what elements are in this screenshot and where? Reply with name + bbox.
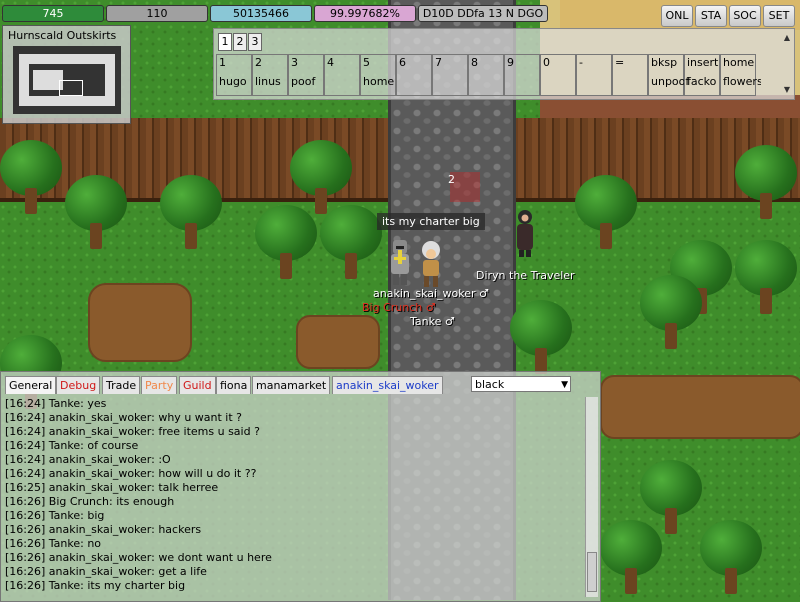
shortcut-slot[interactable]: 1 hugo bbox=[216, 54, 252, 96]
chat-tab-manamarket[interactable]: manamarket bbox=[252, 376, 331, 394]
dirt-patch bbox=[600, 375, 800, 439]
chat-tab-whisper[interactable]: anakin_skai_woker bbox=[332, 376, 443, 394]
shortcut-tab-2[interactable]: 2 bbox=[233, 33, 247, 51]
shortcut-tab-1[interactable]: 1 bbox=[218, 33, 232, 51]
chat-tab-trade[interactable]: Trade bbox=[102, 376, 141, 394]
chat-tab-party[interactable]: Party bbox=[141, 376, 178, 394]
mp-bar: 110 bbox=[106, 5, 208, 22]
chat-color-value: black bbox=[475, 378, 505, 391]
job-bar: 99.997682% bbox=[314, 5, 416, 22]
shortcut-slot[interactable]: 5 home bbox=[360, 54, 396, 96]
social-button[interactable]: SOC bbox=[729, 5, 761, 27]
chat-line: [16:26] Big Crunch: its enough bbox=[5, 495, 175, 508]
player-sprite[interactable] bbox=[387, 238, 413, 286]
chat-color-select[interactable]: black ▼ bbox=[471, 376, 571, 392]
npc-diryn-sprite[interactable] bbox=[510, 208, 540, 258]
npc-name-label: Diryn the Traveler bbox=[476, 269, 575, 282]
job-value: 99.997682% bbox=[330, 7, 400, 20]
shortcut-slot[interactable]: insert facko bbox=[684, 54, 720, 96]
shortcut-slot[interactable]: 3 poof bbox=[288, 54, 324, 96]
shortcut-slot[interactable]: home flowers bbox=[720, 54, 761, 96]
other-player-name-label: Big Crunch ♂ bbox=[362, 301, 436, 314]
hp-bar: 745 bbox=[2, 5, 104, 22]
target-number: 2 bbox=[448, 173, 455, 186]
other-player-name-label: Tanke ♂ bbox=[410, 315, 455, 328]
minimap-title: Hurnscald Outskirts bbox=[8, 29, 117, 42]
chat-tab-guild[interactable]: Guild bbox=[179, 376, 216, 394]
minimap[interactable]: Hurnscald Outskirts bbox=[2, 25, 131, 124]
chat-line: [16:24] anakin_skai_woker: how will u do… bbox=[5, 467, 257, 480]
chat-line: [16:26] Tanke: its my charter big bbox=[5, 579, 186, 592]
shortcut-slot[interactable]: 0 bbox=[540, 54, 576, 96]
dirt-patch bbox=[88, 283, 192, 362]
online-button[interactable]: ONL bbox=[661, 5, 693, 27]
shortcut-slot[interactable]: 9 bbox=[504, 54, 540, 96]
chat-line: [16:24] Tanke: yes bbox=[5, 397, 107, 410]
chat-tab-debug[interactable]: Debug bbox=[56, 376, 101, 394]
xp-bar: 50135466 bbox=[210, 5, 312, 22]
chat-line: [16:26] anakin_skai_woker: we dont want … bbox=[5, 551, 272, 564]
chat-line: [16:26] Tanke: big bbox=[5, 509, 105, 522]
chat-line: [16:24] Tanke: of course bbox=[5, 439, 139, 452]
shortcut-slot[interactable]: bksp unpoof bbox=[648, 54, 689, 96]
chat-line: [16:26] Tanke: no bbox=[5, 537, 102, 550]
tanke-sprite[interactable] bbox=[418, 240, 444, 288]
chat-line: [16:25] anakin_skai_woker: talk herree bbox=[5, 481, 219, 494]
chat-scrollbar[interactable] bbox=[585, 397, 598, 597]
setup-button[interactable]: SET bbox=[763, 5, 795, 27]
shortcut-tab-3[interactable]: 3 bbox=[248, 33, 262, 51]
mp-value: 110 bbox=[146, 7, 168, 20]
chat-scrollbar-thumb[interactable] bbox=[587, 552, 597, 592]
chat-line: [16:26] anakin_skai_woker: get a life bbox=[5, 565, 207, 578]
shortcut-slot[interactable]: 8 bbox=[468, 54, 504, 96]
shortcut-bar: 1 2 3 1 hugo 2 linus 3 poof 4 5 home 6 7 8 9… bbox=[213, 28, 795, 100]
shortcut-slot[interactable]: 7 bbox=[432, 54, 468, 96]
money-bar: D10D DDfa 13 N DGO bbox=[418, 5, 548, 22]
shortcut-slot[interactable]: 6 bbox=[396, 54, 432, 96]
player-name-label: anakin_skai_woker ♂ bbox=[373, 287, 489, 300]
chat-line: [16:24] anakin_skai_woker: :O bbox=[5, 453, 171, 466]
chat-line: [16:26] anakin_skai_woker: hackers bbox=[5, 523, 202, 536]
xp-value: 50135466 bbox=[233, 7, 289, 20]
chat-window: General Debug Trade Party Guild fiona ma… bbox=[0, 371, 601, 602]
minimap-image bbox=[13, 46, 121, 114]
hp-value: 745 bbox=[42, 7, 64, 20]
chat-line: [16:24] anakin_skai_woker: free items u … bbox=[5, 425, 260, 438]
dirt-patch bbox=[296, 315, 380, 369]
chat-line: [16:24] anakin_skai_woker: why u want it… bbox=[5, 411, 243, 424]
target-marker[interactable]: 2 bbox=[448, 172, 480, 202]
speech-bubble: its my charter big bbox=[377, 213, 485, 230]
shortcut-slot[interactable]: - bbox=[576, 54, 612, 96]
shortcut-slot[interactable]: = bbox=[612, 54, 648, 96]
status-button[interactable]: STA bbox=[695, 5, 727, 27]
shortcut-slot[interactable]: 2 linus bbox=[252, 54, 288, 96]
shortcut-scroll-up-icon[interactable]: ▲ bbox=[782, 33, 792, 43]
chat-log: [16:24] Tanke: yes [16:24] anakin_skai_w… bbox=[5, 397, 583, 597]
chevron-down-icon: ▼ bbox=[561, 380, 568, 390]
shortcut-slot[interactable]: 4 bbox=[324, 54, 360, 96]
chat-tab-general[interactable]: General bbox=[5, 376, 57, 394]
shortcut-scroll-down-icon[interactable]: ▼ bbox=[782, 85, 792, 95]
money-value: D10D DDfa 13 N DGO bbox=[422, 7, 544, 20]
chat-tab-fiona[interactable]: fiona bbox=[216, 376, 252, 394]
